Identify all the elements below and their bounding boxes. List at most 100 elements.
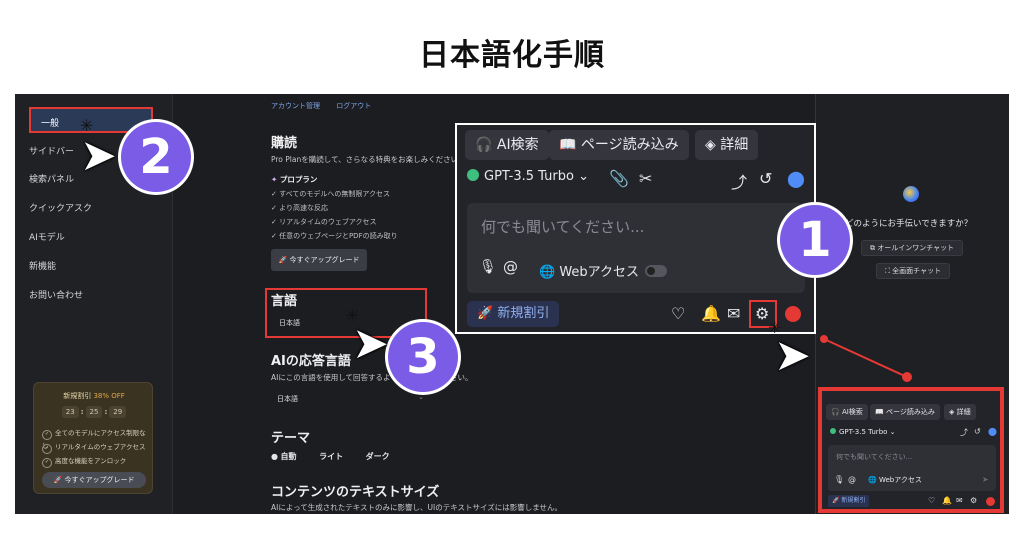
new-chat-icon[interactable]: ⬤ bbox=[787, 169, 805, 188]
plan-feature-text: リアルタイムのウェブアクセス bbox=[279, 218, 377, 226]
details-label: 詳細 bbox=[720, 137, 749, 153]
mail-icon[interactable]: ✉ bbox=[956, 496, 963, 505]
heart-icon[interactable]: ♡ bbox=[671, 304, 685, 323]
mini-chat-input[interactable]: 何でも聞いてください... 🎙 @ 🌐 Webアクセス ➤ bbox=[828, 445, 996, 491]
mini-page-read-tab[interactable]: 📖 ページ読み込み bbox=[870, 404, 940, 420]
gear-icon[interactable]: ⚙ bbox=[970, 496, 977, 505]
theme-auto[interactable]: ● 自動 bbox=[271, 452, 297, 461]
bell-icon[interactable]: 🔔 bbox=[701, 304, 721, 323]
promo-feature: 高度な機能をアンロック bbox=[42, 455, 126, 468]
mention-icon[interactable]: @ bbox=[503, 258, 518, 276]
mic-icon[interactable]: 🎙 bbox=[479, 259, 497, 275]
step-2-marker: 2 bbox=[121, 122, 191, 192]
theme-light[interactable]: ライト bbox=[319, 452, 343, 461]
logout-link[interactable]: ログアウト bbox=[336, 102, 371, 110]
avatar[interactable] bbox=[986, 497, 995, 506]
sidebar-item-contact[interactable]: お問い合わせ bbox=[29, 288, 83, 301]
chevron-down-icon[interactable]: ⌄ bbox=[418, 393, 424, 401]
account-link[interactable]: アカウント管理 bbox=[271, 102, 320, 110]
chevron-down-icon: ⌄ bbox=[578, 169, 589, 184]
promo-button[interactable]: 🚀 新規割引 bbox=[467, 301, 560, 327]
history-icon[interactable]: ↺ bbox=[759, 169, 772, 188]
avatar[interactable] bbox=[785, 306, 801, 322]
sparkle-icon: ✦ bbox=[271, 175, 278, 184]
theme-dark-label: ダーク bbox=[365, 452, 390, 461]
history-icon[interactable]: ↺ bbox=[974, 427, 981, 436]
mini-ai-search-tab[interactable]: 🎧 AI検索 bbox=[826, 404, 868, 420]
plan-feature-text: すべてのモデルへの無制限アクセス bbox=[279, 190, 390, 198]
mail-icon[interactable]: ✉ bbox=[727, 304, 740, 323]
all-in-one-chat-button[interactable]: ⧉ オールインワンチャット bbox=[861, 240, 964, 256]
mini-page-read-label: ページ読み込み bbox=[885, 408, 935, 416]
details-tab[interactable]: ◈ 詳細 bbox=[695, 130, 759, 160]
help-question: どのようにお手伝いできますか？ bbox=[845, 219, 973, 229]
timer-separator: : bbox=[104, 408, 108, 416]
response-lang-select[interactable]: 日本語 bbox=[277, 394, 298, 404]
heart-icon[interactable]: ♡ bbox=[928, 496, 935, 505]
model-icon bbox=[830, 428, 836, 434]
language-title: 言語 bbox=[271, 294, 298, 309]
connector-line bbox=[820, 335, 912, 382]
theme-dark[interactable]: ダーク bbox=[366, 452, 390, 461]
share-icon[interactable]: ⤴ bbox=[960, 427, 968, 438]
promo-upgrade-button[interactable]: 🚀 今すぐアップグレード bbox=[42, 472, 146, 488]
click-spark-icon: ✳ bbox=[346, 306, 360, 325]
sidebar-item-ai-model[interactable]: AIモデル bbox=[29, 230, 65, 243]
mini-promo-label: 新規割引 bbox=[841, 497, 866, 504]
page-title: 日本語化手順 bbox=[419, 38, 605, 73]
page-read-tab[interactable]: 📖 ページ読み込み bbox=[549, 130, 689, 160]
theme-title: テーマ bbox=[271, 431, 311, 446]
sidebar-item-search-panel[interactable]: 検索パネル bbox=[29, 172, 74, 185]
promo-button-label: 新規割引 bbox=[497, 306, 550, 321]
mention-icon[interactable]: @ bbox=[848, 475, 856, 484]
language-select[interactable]: 日本語 bbox=[279, 318, 300, 328]
promo-title: 新規割引 38% OFF bbox=[34, 391, 154, 401]
bell-icon[interactable]: 🔔 bbox=[942, 496, 952, 505]
attach-icon[interactable]: 📎 bbox=[609, 169, 629, 188]
ai-search-tab[interactable]: 🎧 AI検索 bbox=[465, 130, 549, 160]
plan-feature: ✓ より高速な反応 bbox=[271, 204, 328, 212]
mini-chat-input-placeholder: 何でも聞いてください... bbox=[836, 453, 913, 461]
promo-card: 新規割引 38% OFF 23:25:29 全てのモデルにアクセス制限なし リア… bbox=[33, 382, 153, 494]
step-1-marker: 1 bbox=[780, 205, 850, 275]
all-in-one-chat-label: オールインワンチャット bbox=[877, 244, 955, 252]
mic-icon[interactable]: 🎙 bbox=[834, 475, 844, 484]
theme-light-label: ライト bbox=[319, 452, 344, 461]
fullscreen-chat-button[interactable]: ⛶ 全画面チャット bbox=[876, 263, 951, 279]
chat-input-placeholder: 何でも聞いてください... bbox=[481, 218, 645, 236]
mini-model-label: GPT-3.5 Turbo bbox=[839, 428, 888, 436]
upgrade-button[interactable]: 🚀 今すぐアップグレード bbox=[271, 249, 367, 271]
plan-name: ✦ プロプラン bbox=[271, 174, 317, 185]
fullscreen-chat-label: 全画面チャット bbox=[892, 267, 942, 275]
mini-web-access-toggle[interactable]: 🌐 Webアクセス bbox=[868, 475, 922, 485]
subscribe-title: 購読 bbox=[271, 136, 298, 151]
root: 日本語化手順 一般 サイドバー 検索パネル クイックアスク AIモデル 新機能 … bbox=[0, 0, 1024, 538]
mini-model-select[interactable]: GPT-3.5 Turbo ⌄ bbox=[830, 428, 896, 436]
new-chat-icon[interactable]: ⬤ bbox=[988, 427, 997, 436]
sidebar-item-sidebar[interactable]: サイドバー bbox=[29, 144, 74, 157]
sidebar-item-new-features[interactable]: 新機能 bbox=[29, 259, 56, 272]
share-icon[interactable]: ⤴ bbox=[731, 169, 747, 193]
web-access-toggle[interactable]: 🌐 Webアクセス bbox=[539, 261, 668, 280]
scissors-icon[interactable]: ✂ bbox=[639, 169, 652, 188]
send-icon[interactable]: ➤ bbox=[982, 475, 989, 484]
model-select[interactable]: GPT-3.5 Turbo ⌄ bbox=[467, 169, 589, 184]
plan-feature-text: 任意のウェブページとPDFの読み取り bbox=[279, 232, 398, 240]
mini-promo-button[interactable]: 🚀 新規割引 bbox=[828, 495, 870, 507]
mini-ai-search-label: AI検索 bbox=[841, 408, 863, 416]
zoomed-popup: 🎧 AI検索 📖 ページ読み込み ◈ 詳細 GPT-3.5 Turbo ⌄ 📎 … bbox=[455, 123, 816, 334]
logo-icon bbox=[903, 186, 919, 202]
sidebar-item-quick-ask[interactable]: クイックアスク bbox=[29, 201, 92, 214]
mini-details-tab[interactable]: ◈ 詳細 bbox=[944, 404, 976, 420]
toggle-switch[interactable] bbox=[645, 265, 668, 277]
chat-input[interactable]: 何でも聞いてください... 🎙 @ 🌐 Webアクセス bbox=[467, 203, 805, 293]
theme-options: ● 自動 ライト ダーク bbox=[271, 451, 410, 462]
promo-discount: 38% OFF bbox=[93, 392, 125, 400]
ai-search-label: AI検索 bbox=[496, 137, 539, 153]
promo-timer: 23:25:29 bbox=[34, 406, 154, 418]
timer-separator: : bbox=[80, 408, 84, 416]
mini-popup: 🎧 AI検索 📖 ページ読み込み ◈ 詳細 GPT-3.5 Turbo ⌄ ⤴ … bbox=[818, 387, 1004, 513]
plan-feature: ✓ 任意のウェブページとPDFの読み取り bbox=[271, 232, 398, 240]
step-3-marker: 3 bbox=[388, 322, 458, 392]
text-size-desc: AIによって生成されたテキストのみに影響し、UIのテキストサイズには影響しません… bbox=[271, 503, 563, 512]
